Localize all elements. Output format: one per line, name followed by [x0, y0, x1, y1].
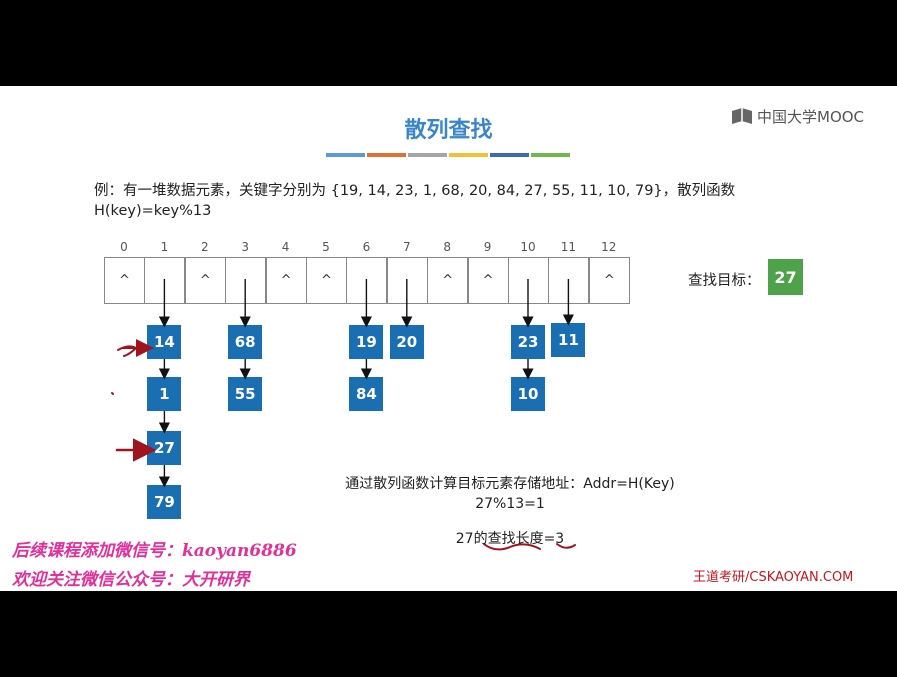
- slide: 散列查找 中国大学MOOC 例：有一堆数据元素，关键字分别为 {19, 14, …: [0, 86, 897, 591]
- explain-line-1: 通过散列函数计算目标元素存储地址：Addr=H(Key): [345, 476, 675, 492]
- explain-line-3: 27的查找长度=3: [455, 531, 565, 547]
- brand-footer: 王道考研/CSKAOYAN.COM: [693, 570, 854, 585]
- target-label: 查找目标：: [688, 273, 761, 289]
- watermark-line-2: 欢迎关注微信公众号：大开研界: [12, 570, 250, 590]
- watermark-line-1: 后续课程添加微信号：kaoyan6886: [12, 541, 297, 561]
- explain-line-2: 27%13=1: [475, 496, 545, 512]
- chain-arrows: [111, 279, 576, 551]
- pen-dot: [111, 392, 114, 395]
- pen-pointer-14: [117, 346, 146, 356]
- target-value: 27: [768, 259, 803, 295]
